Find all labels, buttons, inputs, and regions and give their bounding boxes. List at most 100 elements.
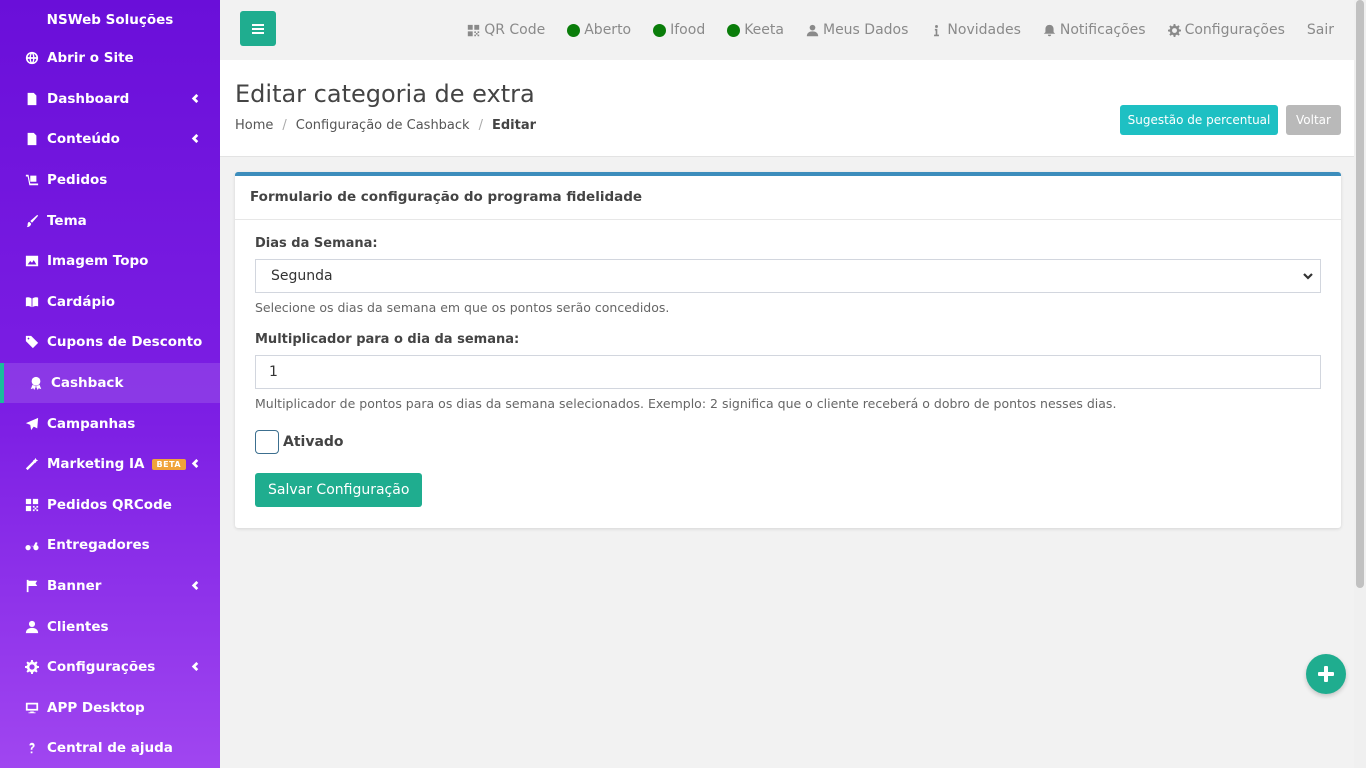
sidebar-item-marketing-ia[interactable]: Marketing IA BETA — [0, 444, 220, 485]
file-icon — [24, 91, 40, 107]
sidebar-item-conteúdo[interactable]: Conteúdo — [0, 119, 220, 160]
topbar-link-sair[interactable]: Sair — [1307, 22, 1334, 38]
sidebar: NSWeb Soluções Abrir o Site Dashboard Cont… — [0, 0, 220, 768]
sidebar-item-pedidos-qrcode[interactable]: Pedidos QRCode — [0, 485, 220, 526]
topbar-link-label: Sair — [1306, 22, 1334, 38]
status-dot-icon — [567, 23, 581, 37]
sidebar-item-configurações[interactable]: Configurações — [0, 647, 220, 688]
card-title: Formulario de configuração do programa f… — [235, 176, 1341, 220]
topbar-link-meus-dados[interactable]: Meus Dados — [806, 22, 908, 38]
chevron-down-icon — [1302, 270, 1314, 286]
magic-wand-icon — [24, 456, 40, 472]
flag-icon — [24, 578, 40, 594]
book-icon — [24, 294, 40, 310]
sidebar-item-label: Imagem Topo — [47, 253, 149, 270]
floating-add-button[interactable] — [1306, 654, 1346, 694]
user-icon — [806, 24, 823, 37]
top-links: QR Code Aberto Ifood Keeta Meus Dados Novidad… — [445, 0, 1334, 60]
info-icon — [930, 24, 947, 37]
sidebar-item-cashback[interactable]: Cashback — [0, 362, 220, 404]
question-icon — [24, 740, 40, 756]
sidebar-item-label: Cardápio — [47, 293, 116, 310]
active-row: Ativado — [255, 430, 1321, 454]
sidebar-item-label: Pedidos — [47, 172, 108, 189]
topbar-link-qr-code[interactable]: QR Code — [467, 22, 545, 38]
gear-icon — [24, 659, 40, 675]
back-button[interactable]: Voltar — [1286, 105, 1341, 135]
dolly-icon — [24, 172, 40, 188]
sidebar-item-label: Central de ajuda — [47, 740, 173, 757]
topbar-link-label: Keeta — [744, 22, 784, 38]
sidebar-item-label: Banner — [47, 578, 102, 595]
sidebar-item-dashboard[interactable]: Dashboard — [0, 79, 220, 120]
menu-toggle-button[interactable] — [240, 11, 276, 46]
topbar-link-label: Configurações — [1184, 22, 1285, 38]
sidebar-item-label: Conteúdo — [47, 131, 120, 148]
topbar-link-keeta[interactable]: Keeta — [727, 22, 784, 38]
topbar-link-aberto[interactable]: Aberto — [567, 22, 631, 38]
active-checkbox[interactable] — [255, 430, 279, 454]
plus-icon — [1318, 666, 1334, 682]
topbar-link-ifood[interactable]: Ifood — [653, 22, 705, 38]
loyalty-config-form: Dias da Semana: Segunda Selecione os dia… — [235, 220, 1341, 507]
sidebar-item-pedidos[interactable]: Pedidos — [0, 160, 220, 201]
topbar-link-label: Ifood — [670, 22, 706, 38]
multiplier-input[interactable]: 1 — [255, 355, 1321, 389]
topbar-link-notificações[interactable]: Notificações — [1043, 22, 1146, 38]
sidebar-item-entregadores[interactable]: Entregadores — [0, 525, 220, 566]
sidebar-item-label: Cupons de Desconto — [47, 334, 203, 351]
sidebar-item-label: Configurações — [47, 659, 156, 676]
save-config-button[interactable]: Salvar Configuração — [255, 473, 423, 507]
breadcrumb-home[interactable]: Home — [235, 118, 273, 133]
globe-icon — [24, 50, 40, 66]
desktop-icon — [24, 700, 40, 716]
multiplier-help: Multiplicador de pontos para os dias da … — [255, 396, 1117, 411]
sidebar-item-app-desktop[interactable]: APP Desktop — [0, 688, 220, 729]
topbar-link-label: Notificações — [1059, 22, 1146, 38]
sidebar-item-cupons-de-desconto[interactable]: Cupons de Desconto — [0, 322, 220, 363]
sidebar-item-label: Campanhas — [47, 415, 136, 432]
topbar-link-novidades[interactable]: Novidades — [930, 22, 1021, 38]
suggest-percentage-button[interactable]: Sugestão de percentual — [1120, 105, 1278, 135]
loyalty-config-card: Formulario de configuração do programa f… — [235, 172, 1341, 528]
sidebar-item-label: APP Desktop — [47, 699, 145, 716]
sidebar-item-banner[interactable]: Banner — [0, 566, 220, 607]
status-dot-icon — [653, 23, 667, 37]
page-scrollbar[interactable] — [1354, 0, 1366, 768]
chevron-left-icon — [191, 91, 200, 107]
chevron-left-icon — [191, 578, 200, 594]
bell-icon — [1043, 24, 1060, 37]
weekday-select[interactable]: Segunda — [255, 259, 1321, 293]
status-dot-icon — [727, 23, 741, 37]
sidebar-item-label: Entregadores — [47, 537, 150, 554]
topbar-link-configurações[interactable]: Configurações — [1167, 22, 1285, 38]
chevron-left-icon — [191, 456, 200, 472]
sidebar-item-abrir-o-site[interactable]: Abrir o Site — [0, 38, 220, 79]
breadcrumb-separator: / — [282, 118, 287, 133]
active-label[interactable]: Ativado — [283, 434, 344, 450]
sidebar-item-label: Tema — [47, 212, 87, 229]
sidebar-item-campanhas[interactable]: Campanhas — [0, 403, 220, 444]
award-icon — [28, 375, 44, 391]
chevron-left-icon — [191, 659, 200, 675]
scrollbar-thumb[interactable] — [1356, 0, 1364, 588]
topbar-link-label: Meus Dados — [822, 22, 909, 38]
breadcrumb: Home / Configuração de Cashback / Editar — [235, 118, 536, 133]
weekday-help: Selecione os dias da semana em que os po… — [255, 300, 670, 315]
breadcrumb-cashback-config[interactable]: Configuração de Cashback — [296, 118, 470, 133]
qrcode-icon — [467, 24, 484, 37]
sidebar-item-imagem-topo[interactable]: Imagem Topo — [0, 241, 220, 282]
sidebar-item-clientes[interactable]: Clientes — [0, 606, 220, 647]
sidebar-item-label: Abrir o Site — [47, 50, 134, 67]
weekday-select-value: Segunda — [271, 268, 333, 284]
topbar-link-label: QR Code — [484, 22, 546, 38]
sidebar-item-label: Marketing IA — [47, 456, 145, 473]
sidebar-item-tema[interactable]: Tema — [0, 200, 220, 241]
brand-title: NSWeb Soluções — [46, 12, 174, 28]
tags-icon — [24, 334, 40, 350]
sidebar-item-label: Clientes — [47, 618, 109, 635]
weekday-label: Dias da Semana: — [255, 236, 378, 251]
topbar: QR Code Aberto Ifood Keeta Meus Dados Novidad… — [220, 0, 1354, 60]
sidebar-item-central-de-ajuda[interactable]: Central de ajuda — [0, 728, 220, 768]
sidebar-item-cardápio[interactable]: Cardápio — [0, 282, 220, 323]
